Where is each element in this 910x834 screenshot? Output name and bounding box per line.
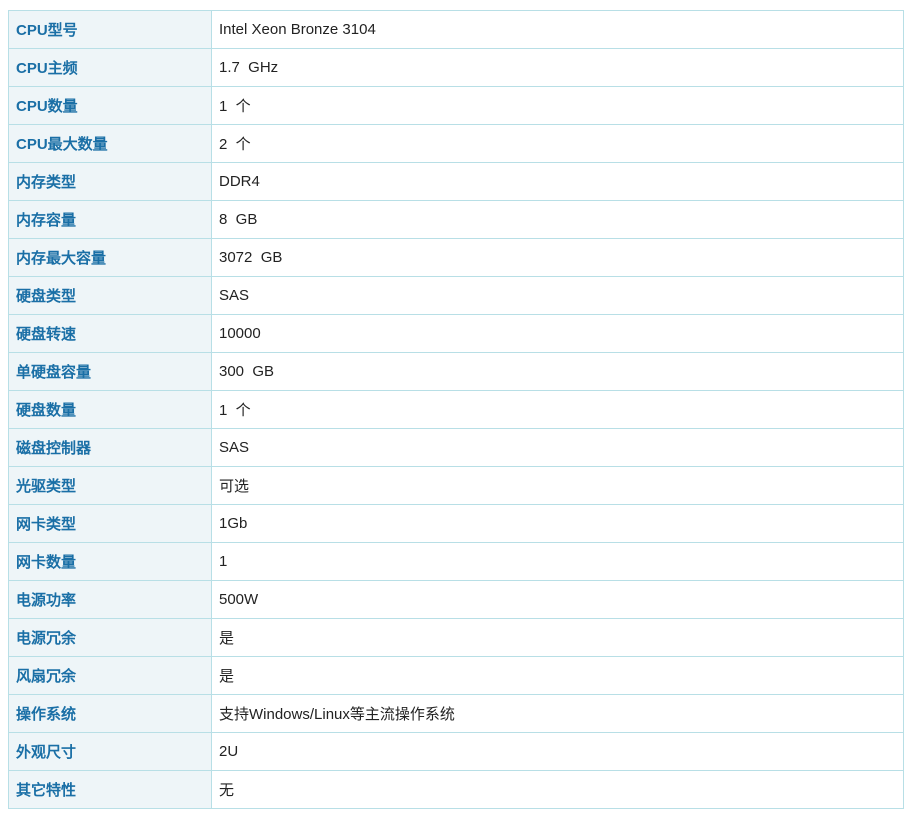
spec-row: 电源功率 500W	[8, 580, 904, 619]
spec-label: 其它特性	[8, 770, 212, 809]
spec-value: 1	[211, 542, 904, 581]
spec-value: 1.7 GHz	[211, 48, 904, 87]
spec-row: 网卡类型 1Gb	[8, 504, 904, 543]
spec-value: DDR4	[211, 162, 904, 201]
spec-label: 硬盘转速	[8, 314, 212, 353]
spec-value: 可选	[211, 466, 904, 505]
spec-label: CPU最大数量	[8, 124, 212, 163]
spec-label: 硬盘数量	[8, 390, 212, 429]
spec-value: 1 个	[211, 86, 904, 125]
spec-row: CPU主频 1.7 GHz	[8, 48, 904, 87]
spec-value: 300 GB	[211, 352, 904, 391]
spec-label: 内存类型	[8, 162, 212, 201]
spec-label: 电源功率	[8, 580, 212, 619]
spec-label: CPU型号	[8, 10, 212, 49]
spec-table-body: CPU型号 Intel Xeon Bronze 3104 CPU主频 1.7 G…	[8, 10, 904, 809]
spec-label: CPU主频	[8, 48, 212, 87]
spec-label: 单硬盘容量	[8, 352, 212, 391]
spec-row: 硬盘数量 1 个	[8, 390, 904, 429]
spec-value: 3072 GB	[211, 238, 904, 277]
spec-label: CPU数量	[8, 86, 212, 125]
spec-label: 内存最大容量	[8, 238, 212, 277]
spec-row: 内存容量 8 GB	[8, 200, 904, 239]
spec-value: SAS	[211, 276, 904, 315]
spec-label: 硬盘类型	[8, 276, 212, 315]
spec-value: 10000	[211, 314, 904, 353]
spec-value: 无	[211, 770, 904, 809]
spec-value: 是	[211, 656, 904, 695]
spec-value: 8 GB	[211, 200, 904, 239]
spec-table: CPU型号 Intel Xeon Bronze 3104 CPU主频 1.7 G…	[8, 10, 904, 809]
spec-value: 1 个	[211, 390, 904, 429]
spec-value: SAS	[211, 428, 904, 467]
spec-row: 外观尺寸 2U	[8, 732, 904, 771]
spec-value: 支持Windows/Linux等主流操作系统	[211, 694, 904, 733]
spec-row: 电源冗余 是	[8, 618, 904, 657]
spec-row: 操作系统 支持Windows/Linux等主流操作系统	[8, 694, 904, 733]
spec-label: 网卡类型	[8, 504, 212, 543]
spec-row: CPU最大数量 2 个	[8, 124, 904, 163]
spec-value: 2U	[211, 732, 904, 771]
spec-label: 内存容量	[8, 200, 212, 239]
spec-label: 网卡数量	[8, 542, 212, 581]
spec-label: 外观尺寸	[8, 732, 212, 771]
spec-label: 电源冗余	[8, 618, 212, 657]
spec-row: 内存最大容量 3072 GB	[8, 238, 904, 277]
spec-value: 2 个	[211, 124, 904, 163]
spec-value: 是	[211, 618, 904, 657]
spec-row: CPU数量 1 个	[8, 86, 904, 125]
spec-row: 单硬盘容量 300 GB	[8, 352, 904, 391]
spec-value: 1Gb	[211, 504, 904, 543]
spec-label: 磁盘控制器	[8, 428, 212, 467]
spec-label: 操作系统	[8, 694, 212, 733]
spec-row: CPU型号 Intel Xeon Bronze 3104	[8, 10, 904, 49]
spec-row: 光驱类型 可选	[8, 466, 904, 505]
spec-row: 内存类型 DDR4	[8, 162, 904, 201]
spec-row: 网卡数量 1	[8, 542, 904, 581]
spec-label: 光驱类型	[8, 466, 212, 505]
spec-value: Intel Xeon Bronze 3104	[211, 10, 904, 49]
spec-row: 其它特性 无	[8, 770, 904, 809]
spec-row: 硬盘转速 10000	[8, 314, 904, 353]
spec-row: 磁盘控制器 SAS	[8, 428, 904, 467]
spec-row: 风扇冗余 是	[8, 656, 904, 695]
spec-value: 500W	[211, 580, 904, 619]
spec-row: 硬盘类型 SAS	[8, 276, 904, 315]
spec-label: 风扇冗余	[8, 656, 212, 695]
